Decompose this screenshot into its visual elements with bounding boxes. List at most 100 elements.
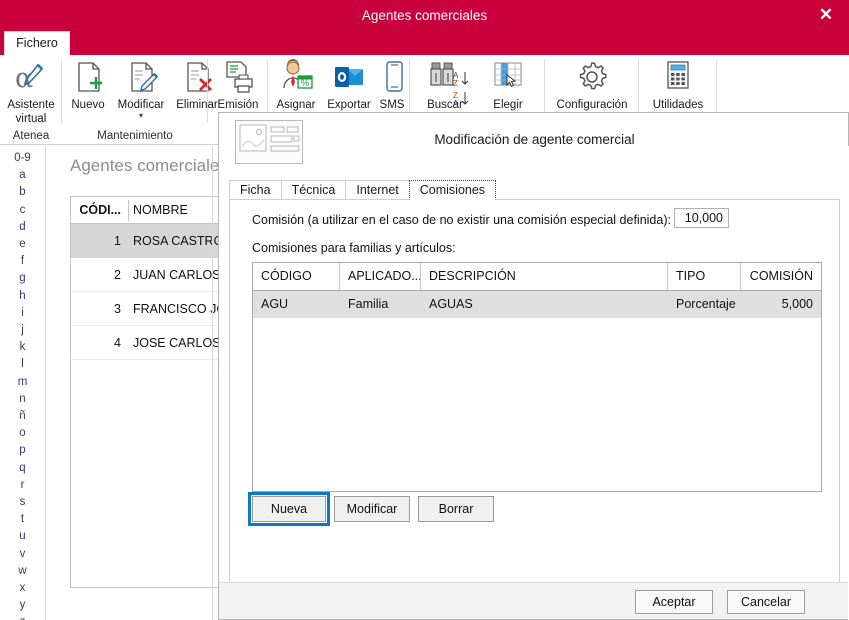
asistente-virtual-button[interactable]: α Asistente virtual: [0, 57, 62, 126]
column-header-comision[interactable]: COMISIÓN: [741, 263, 821, 290]
alpha-index-l[interactable]: l: [0, 356, 45, 373]
asistente-virtual-label-line2: virtual: [15, 113, 47, 125]
title-bar: Agentes comerciales ✕: [0, 0, 849, 31]
exportar-label: Exportar: [327, 99, 371, 111]
alpha-index-k[interactable]: k: [0, 339, 45, 356]
nueva-button[interactable]: Nueva: [252, 496, 326, 522]
cell-aplicado: Familia: [348, 297, 389, 311]
cell-codigo: 4: [114, 336, 121, 350]
modificar-button[interactable]: Modificar: [334, 496, 410, 522]
new-document-icon: [68, 57, 108, 97]
alphabet-index[interactable]: 0-9abcdefghijklmnñopqrstuvwxyz: [0, 146, 46, 620]
ribbon-group-mantenimiento: Nuevo Modificar ▾ Eliminar Mantenimiento: [62, 55, 218, 145]
choose-columns-icon: [488, 57, 528, 97]
alpha-index-n[interactable]: n: [0, 391, 45, 408]
window-title: Agentes comerciales: [361, 8, 488, 23]
tab-internet[interactable]: Internet: [345, 180, 410, 200]
svg-text:%: %: [301, 78, 309, 88]
alpha-index-t[interactable]: t: [0, 511, 45, 528]
column-header-descripcion[interactable]: DESCRIPCIÓN: [421, 263, 667, 290]
utilidades-button[interactable]: Utilidades ▾: [639, 57, 717, 120]
alpha-index-i[interactable]: i: [0, 305, 45, 322]
aceptar-button[interactable]: Aceptar: [635, 590, 713, 614]
alpha-index-j[interactable]: j: [0, 322, 45, 339]
alpha-index-a[interactable]: a: [0, 167, 45, 184]
exportar-button[interactable]: Exportar: [324, 57, 374, 112]
alpha-index-r[interactable]: r: [0, 477, 45, 494]
alpha-index-ñ[interactable]: ñ: [0, 408, 45, 425]
comision-label: Comisión (a utilizar en el caso de no ex…: [252, 213, 671, 227]
alpha-index-g[interactable]: g: [0, 270, 45, 287]
alpha-index-v[interactable]: v: [0, 546, 45, 563]
comision-input[interactable]: [674, 208, 729, 228]
column-header-aplicado[interactable]: APLICADO...: [340, 263, 420, 290]
alpha-index-f[interactable]: f: [0, 253, 45, 270]
alpha-index-x[interactable]: x: [0, 580, 45, 597]
column-header-tipo[interactable]: TIPO: [668, 263, 740, 290]
svg-text:A: A: [453, 99, 459, 108]
column-header-codigo[interactable]: CÓDIGO: [253, 263, 339, 290]
cell-codigo: 3: [114, 302, 121, 316]
comisiones-table-body: AGU Familia AGUAS Porcentaje 5,000: [253, 291, 821, 318]
edit-document-icon: [121, 57, 161, 97]
alpha-index-digits[interactable]: 0-9: [0, 150, 45, 167]
sms-label: SMS: [379, 99, 405, 111]
svg-text:Z: Z: [453, 79, 458, 88]
tab-fichero[interactable]: Fichero: [4, 31, 70, 55]
nuevo-label: Nuevo: [71, 99, 105, 111]
column-header-codigo[interactable]: CÓDI...: [71, 197, 127, 223]
alpha-index-y[interactable]: y: [0, 597, 45, 614]
table-action-buttons: Nueva Modificar Borrar: [252, 496, 502, 522]
sms-phone-icon: [374, 57, 414, 97]
emision-button[interactable]: Emisión: [208, 57, 268, 112]
tab-tcnica[interactable]: Técnica: [280, 180, 347, 200]
ribbon-tab-strip: Fichero: [0, 31, 849, 55]
comisiones-table: CÓDIGO APLICADO... DESCRIPCIÓN TIPO COMI…: [252, 262, 822, 492]
alpha-index-o[interactable]: o: [0, 425, 45, 442]
alpha-index-p[interactable]: p: [0, 442, 45, 459]
alpha-index-u[interactable]: u: [0, 528, 45, 545]
configuracion-label: Configuración: [556, 99, 628, 111]
alpha-index-e[interactable]: e: [0, 236, 45, 253]
alpha-index-w[interactable]: w: [0, 563, 45, 580]
outlook-export-icon: [329, 57, 369, 97]
asignar-comision-label-line1: Asignar: [276, 99, 316, 111]
tab-ficha[interactable]: Ficha: [229, 180, 282, 200]
chevron-down-icon[interactable]: ▾: [112, 112, 170, 120]
modify-agent-dialog: Modificación de agente comercial Ficha Té…: [218, 112, 849, 620]
ribbon-group-label-mantenimiento: Mantenimiento: [97, 130, 173, 142]
cell-codigo: AGU: [261, 297, 289, 311]
sort-asc-icon[interactable]: A Z Z A: [450, 69, 472, 118]
tab-comisiones[interactable]: Comisiones: [408, 180, 497, 200]
alpha-index-h[interactable]: h: [0, 288, 45, 305]
alpha-index-s[interactable]: s: [0, 494, 45, 511]
column-divider: [128, 200, 129, 221]
alpha-index-b[interactable]: b: [0, 184, 45, 201]
modificar-button[interactable]: Modificar ▾: [112, 57, 170, 120]
svg-text:α: α: [15, 63, 33, 94]
alpha-index-d[interactable]: d: [0, 219, 45, 236]
sms-button[interactable]: SMS: [374, 57, 410, 112]
cell-tipo: Porcentaje: [676, 297, 736, 311]
alpha-index-q[interactable]: q: [0, 460, 45, 477]
dialog-header: Modificación de agente comercial: [219, 113, 848, 166]
emision-label: Emisión: [217, 99, 259, 111]
dialog-title: Modificación de agente comercial: [434, 132, 635, 147]
cell-codigo: 1: [114, 234, 121, 248]
nuevo-button[interactable]: Nuevo: [64, 57, 112, 112]
cell-descripcion: AGUAS: [429, 297, 473, 311]
calculator-utilities-icon: [658, 57, 698, 97]
close-icon[interactable]: ✕: [811, 2, 841, 28]
configuracion-button[interactable]: Configuración: [545, 57, 639, 112]
cancelar-button[interactable]: Cancelar: [727, 590, 805, 614]
application-window: Agentes comerciales ✕ Fichero α Asistent…: [0, 0, 849, 620]
dialog-tabs: Ficha Técnica Internet Comisiones: [229, 180, 497, 200]
alpha-index-c[interactable]: c: [0, 202, 45, 219]
familias-label: Comisiones para familias y artículos:: [252, 241, 456, 255]
ribbon-group-label-atenea: Atenea: [12, 130, 50, 142]
borrar-button[interactable]: Borrar: [418, 496, 494, 522]
alpha-index-z[interactable]: z: [0, 614, 45, 620]
dialog-footer: Aceptar Cancelar: [219, 582, 848, 619]
table-row[interactable]: AGU Familia AGUAS Porcentaje 5,000: [253, 291, 821, 318]
alpha-index-m[interactable]: m: [0, 374, 45, 391]
